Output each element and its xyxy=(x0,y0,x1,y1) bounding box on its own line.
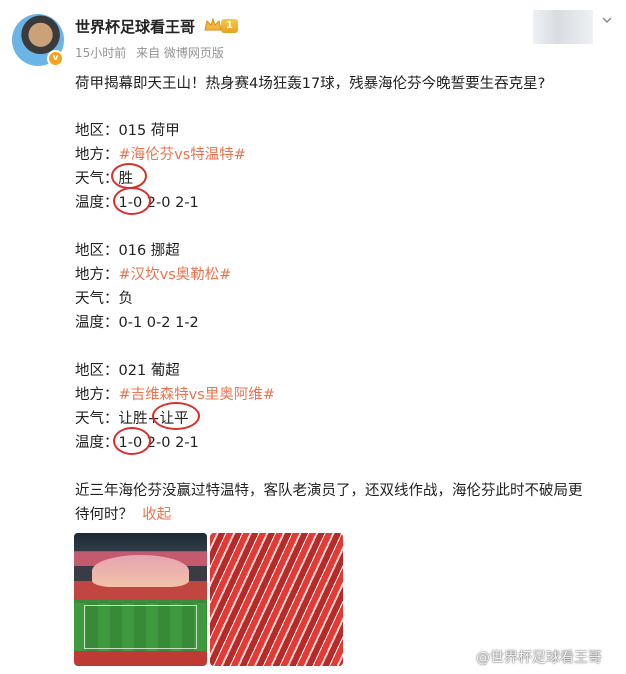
post-source: 来自 微博网页版 xyxy=(136,46,224,60)
username[interactable]: 世界杯足球看王哥 xyxy=(75,16,195,37)
post-time[interactable]: 15小时前 xyxy=(75,46,126,60)
match-1-place: 地方：#海伦芬vs特温特# xyxy=(75,147,246,163)
chevron-down-icon[interactable] xyxy=(601,14,613,26)
weibo-post-card: v 世界杯足球看王哥 1 15小时前 来自 微博网页版 荷甲揭幕即天王山！热身赛… xyxy=(0,0,626,674)
watermark-text: @世界杯足球看王哥 xyxy=(476,650,602,666)
summary-line-1: 近三年海伦芬没赢过特温特，客队老演员了，还双线作战，海伦芬此时不破局更 xyxy=(75,483,583,499)
fans-photo[interactable] xyxy=(210,533,343,666)
vip-crown-icon[interactable] xyxy=(203,17,223,33)
match-1-region: 地区：015 荷甲 xyxy=(75,123,180,139)
highlight-circle xyxy=(111,163,147,189)
weibo-logo-icon xyxy=(454,650,472,664)
collapse-link[interactable]: 收起 xyxy=(142,507,171,523)
match-2-region: 地区：016 挪超 xyxy=(75,243,180,259)
match-3-region: 地区：021 葡超 xyxy=(75,363,180,379)
topic-tag[interactable]: #吉维森特vs里奥阿维# xyxy=(119,387,275,403)
post-title: 荷甲揭幕即天王山！热身赛4场狂轰17球，残暴海伦芬今晚誓要生吞克星? xyxy=(75,76,546,92)
highlight-circle xyxy=(113,187,151,215)
topic-tag[interactable]: #海伦芬vs特温特# xyxy=(119,147,246,163)
follow-area[interactable] xyxy=(533,10,593,44)
vip-level-badge[interactable]: 1 xyxy=(221,19,238,33)
highlight-circle xyxy=(113,427,151,455)
post-meta: 15小时前 来自 微博网页版 xyxy=(75,44,230,61)
match-2-weather: 天气：负 xyxy=(75,291,133,307)
verified-badge-icon: v xyxy=(47,50,64,67)
stadium-photo[interactable] xyxy=(74,533,207,666)
highlight-circle xyxy=(152,402,200,430)
match-2-place: 地方：#汉坎vs奥勒松# xyxy=(75,267,232,283)
topic-tag[interactable]: #汉坎vs奥勒松# xyxy=(119,267,232,283)
summary-line-2: 待何时？ 收起 xyxy=(75,507,172,523)
match-2-temp: 温度：0-1 0-2 1-2 xyxy=(75,315,199,331)
